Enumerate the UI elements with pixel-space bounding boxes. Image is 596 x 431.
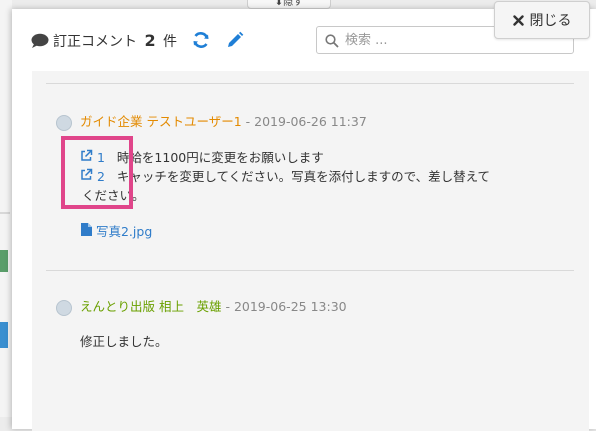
hide-panel-tab[interactable]: ⬇隠す <box>247 0 331 9</box>
panel-title-label: 訂正コメント <box>53 34 137 50</box>
correction-comment-panel: 訂正コメント 2 件 ガイド企業 テストユーザー1 - 2019-06-26 1… <box>12 1 596 431</box>
attachment-filename: 写真2.jpg <box>95 224 153 239</box>
comment-icon <box>31 33 49 53</box>
comment-separator: - <box>241 114 255 129</box>
close-button[interactable]: 閉じる <box>494 1 590 39</box>
avatar <box>56 115 72 131</box>
search-icon <box>325 33 339 52</box>
comment-separator: - <box>221 299 234 314</box>
comment-list: ガイド企業 テストユーザー1 - 2019-06-26 11:37 1 時給を1… <box>32 71 589 431</box>
refresh-icon[interactable] <box>192 31 210 53</box>
background-icon <box>0 250 8 272</box>
comment-date: 2019-06-26 11:37 <box>254 114 367 129</box>
comment-text: 時給を1100円に変更をお願いします <box>116 150 324 165</box>
list-divider <box>46 83 574 84</box>
close-icon <box>512 14 524 26</box>
file-icon <box>81 223 92 236</box>
comment-text: キャッチを変更してください。写真を添付しますので、差し替えて <box>116 169 491 184</box>
comment-author: ガイド企業 テストユーザー1 <box>80 114 242 129</box>
attachment-link[interactable]: 写真2.jpg <box>81 223 152 241</box>
background-page-edge <box>0 0 12 417</box>
background-button <box>0 322 8 348</box>
highlight-box <box>61 136 133 209</box>
comment-count-unit: 件 <box>163 34 178 50</box>
comment-line: 2 キャッチを変更してください。写真を添付しますので、差し替えて <box>80 167 490 186</box>
comment-divider <box>46 270 574 271</box>
comment-author: えんとり出版 相上 英雄 <box>80 299 222 314</box>
comment-count: 2 <box>144 31 156 50</box>
background-divider <box>0 212 10 214</box>
comment-header: えんとり出版 相上 英雄 - 2019-06-25 13:30 <box>80 298 347 316</box>
comment-header: ガイド企業 テストユーザー1 - 2019-06-26 11:37 <box>80 113 367 131</box>
panel-title: 訂正コメント 2 件 <box>53 29 177 54</box>
close-button-label: 閉じる <box>529 13 572 29</box>
comment-text: 修正しました。 <box>80 334 168 349</box>
edit-pencil-icon[interactable] <box>226 31 244 53</box>
comment-date: 2019-06-25 13:30 <box>233 299 347 314</box>
avatar <box>56 300 72 316</box>
